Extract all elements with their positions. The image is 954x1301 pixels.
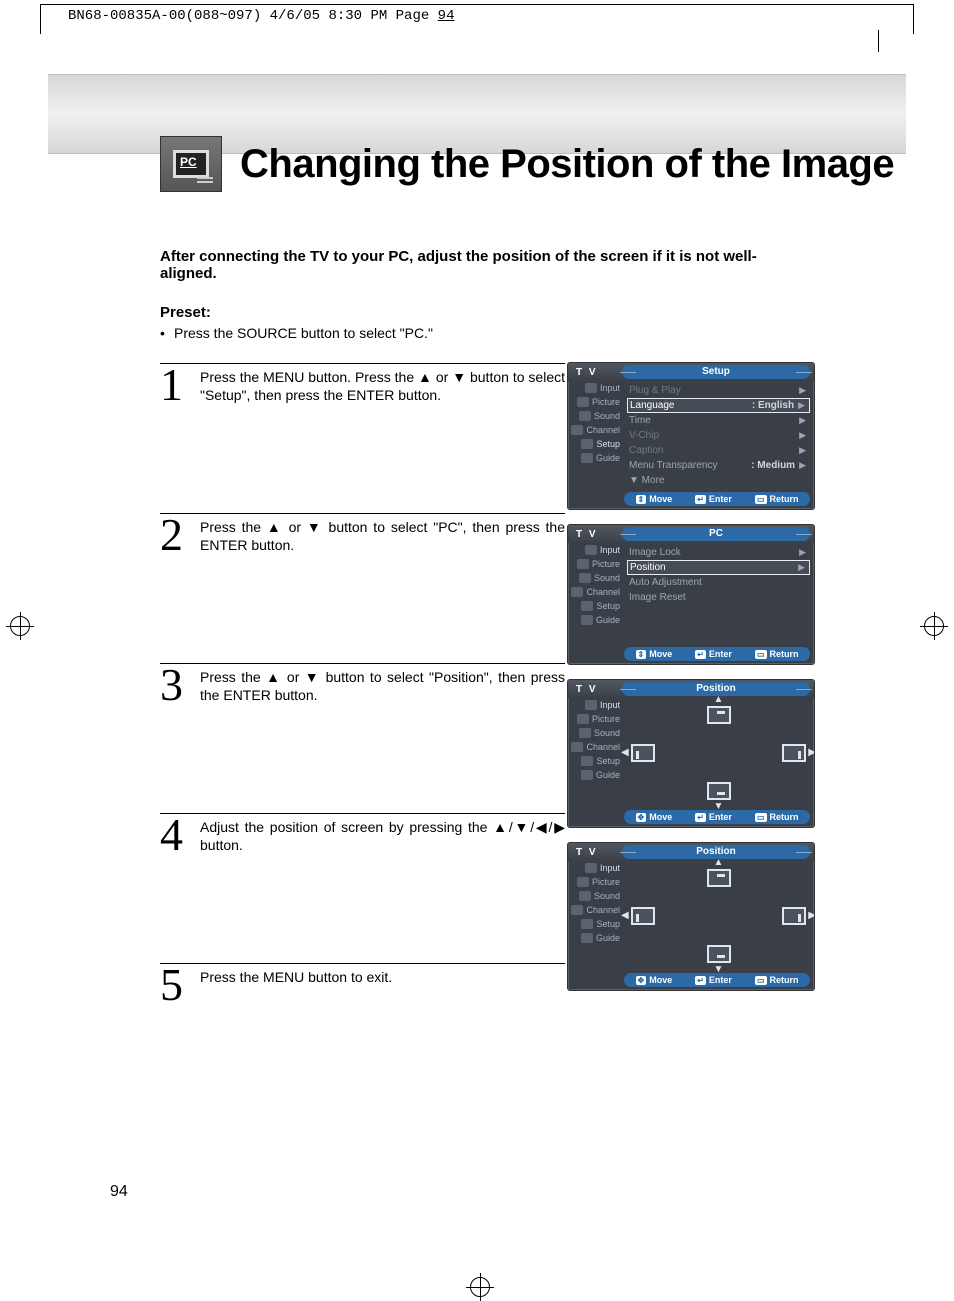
menu-item-language[interactable]: Language: English▶	[627, 398, 810, 413]
step-3: 3 Press the ▲ or ▼ button to select "Pos…	[160, 663, 565, 704]
print-slug: BN68-00835A-00(088~097) 4/6/05 8:30 PM P…	[68, 8, 454, 24]
menu-item-vchip: V-Chip▶	[623, 428, 814, 443]
menu-item-more: ▼ More	[623, 473, 814, 488]
step-text: Press the ▲ or ▼ button to select "Posit…	[200, 668, 565, 704]
step-1: 1 Press the MENU button. Press the ▲ or …	[160, 363, 565, 404]
position-control[interactable]	[623, 698, 814, 808]
menu-item-image-reset: Image Reset	[623, 590, 814, 605]
preset-item: Press the SOURCE button to select "PC."	[160, 325, 768, 341]
menu-item-plug-play: Plug & Play▶	[623, 383, 814, 398]
page-title: Changing the Position of the Image	[240, 142, 894, 187]
move-down-icon[interactable]	[707, 782, 731, 800]
intro-text: After connecting the TV to your PC, adju…	[160, 248, 768, 282]
step-number: 4	[160, 816, 194, 854]
move-left-icon[interactable]	[631, 744, 655, 762]
osd-footer: ⇕Move ↵Enter ▭Return	[624, 492, 810, 506]
osd-title: Setup	[622, 365, 810, 379]
step-5: 5 Press the MENU button to exit.	[160, 963, 565, 1004]
step-text: Adjust the position of screen by pressin…	[200, 818, 565, 854]
menu-item-auto-adjustment: Auto Adjustment	[623, 575, 814, 590]
osd-menu-list: Plug & Play▶ Language: English▶ Time▶ V-…	[623, 381, 814, 490]
menu-item-image-lock: Image Lock▶	[623, 545, 814, 560]
step-number: 3	[160, 666, 194, 704]
menu-item-caption: Caption▶	[623, 443, 814, 458]
menu-item-time: Time▶	[623, 413, 814, 428]
position-control[interactable]	[623, 861, 814, 971]
preset-heading: Preset:	[160, 304, 768, 321]
move-down-icon[interactable]	[707, 945, 731, 963]
step-number: 2	[160, 516, 194, 554]
osd-sidebar: Input Picture Sound Channel Setup Guide	[568, 381, 623, 490]
osd-position-b: T V Position Input Picture Sound Channel…	[567, 842, 815, 991]
pc-icon	[160, 136, 222, 192]
page-number: 94	[110, 1183, 128, 1201]
osd-pc: T V PC Input Picture Sound Channel Setup…	[567, 524, 815, 665]
menu-item-transparency: Menu Transparency: Medium▶	[623, 458, 814, 473]
move-up-icon[interactable]	[707, 869, 731, 887]
move-right-icon[interactable]	[782, 907, 806, 925]
step-number: 5	[160, 966, 194, 1004]
step-text: Press the MENU button to exit.	[200, 968, 565, 986]
step-number: 1	[160, 366, 194, 404]
menu-item-position[interactable]: Position▶	[627, 560, 810, 575]
osd-tv-label: T V	[568, 367, 618, 378]
step-text: Press the ▲ or ▼ button to select "PC", …	[200, 518, 565, 554]
move-left-icon[interactable]	[631, 907, 655, 925]
step-text: Press the MENU button. Press the ▲ or ▼ …	[200, 368, 565, 404]
move-right-icon[interactable]	[782, 744, 806, 762]
step-2: 2 Press the ▲ or ▼ button to select "PC"…	[160, 513, 565, 554]
step-4: 4 Adjust the position of screen by press…	[160, 813, 565, 854]
osd-setup: T V Setup Input Picture Sound Channel Se…	[567, 362, 815, 510]
osd-title: PC	[622, 527, 810, 541]
move-up-icon[interactable]	[707, 706, 731, 724]
osd-position-a: T V Position Input Picture Sound Channel…	[567, 679, 815, 828]
